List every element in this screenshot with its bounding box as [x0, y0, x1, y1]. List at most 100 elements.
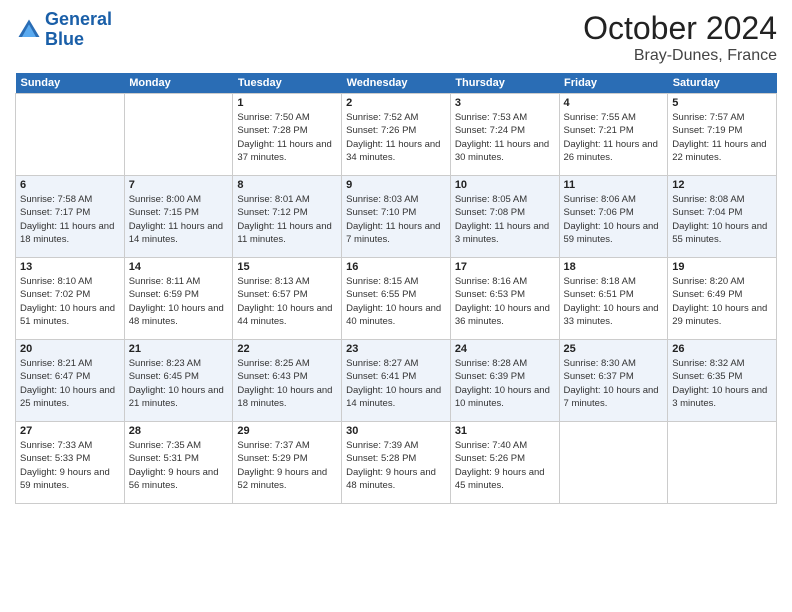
cell-info: Sunrise: 8:32 AMSunset: 6:35 PMDaylight:…	[672, 358, 767, 409]
calendar-cell: 19 Sunrise: 8:20 AMSunset: 6:49 PMDaylig…	[668, 258, 777, 340]
calendar-cell: 9 Sunrise: 8:03 AMSunset: 7:10 PMDayligh…	[342, 176, 451, 258]
calendar-cell: 6 Sunrise: 7:58 AMSunset: 7:17 PMDayligh…	[16, 176, 125, 258]
week-row-5: 27 Sunrise: 7:33 AMSunset: 5:33 PMDaylig…	[16, 422, 777, 504]
header-saturday: Saturday	[668, 73, 777, 94]
date-number: 1	[237, 97, 337, 109]
calendar-cell: 25 Sunrise: 8:30 AMSunset: 6:37 PMDaylig…	[559, 340, 668, 422]
cell-info: Sunrise: 7:55 AMSunset: 7:21 PMDaylight:…	[564, 112, 658, 163]
week-row-4: 20 Sunrise: 8:21 AMSunset: 6:47 PMDaylig…	[16, 340, 777, 422]
page: General Blue October 2024 Bray-Dunes, Fr…	[0, 0, 792, 612]
header-friday: Friday	[559, 73, 668, 94]
header-monday: Monday	[124, 73, 233, 94]
logo-text: General Blue	[45, 10, 112, 50]
week-row-2: 6 Sunrise: 7:58 AMSunset: 7:17 PMDayligh…	[16, 176, 777, 258]
calendar-cell: 5 Sunrise: 7:57 AMSunset: 7:19 PMDayligh…	[668, 94, 777, 176]
calendar-cell: 15 Sunrise: 8:13 AMSunset: 6:57 PMDaylig…	[233, 258, 342, 340]
date-number: 21	[129, 343, 229, 355]
header-tuesday: Tuesday	[233, 73, 342, 94]
calendar-cell: 17 Sunrise: 8:16 AMSunset: 6:53 PMDaylig…	[450, 258, 559, 340]
calendar-cell: 11 Sunrise: 8:06 AMSunset: 7:06 PMDaylig…	[559, 176, 668, 258]
date-number: 28	[129, 425, 229, 437]
header-row: Sunday Monday Tuesday Wednesday Thursday…	[16, 73, 777, 94]
calendar-cell: 18 Sunrise: 8:18 AMSunset: 6:51 PMDaylig…	[559, 258, 668, 340]
logo-icon	[15, 16, 43, 44]
cell-info: Sunrise: 7:58 AMSunset: 7:17 PMDaylight:…	[20, 194, 114, 245]
date-number: 11	[564, 179, 664, 191]
cell-info: Sunrise: 8:20 AMSunset: 6:49 PMDaylight:…	[672, 276, 767, 327]
calendar-body: 1 Sunrise: 7:50 AMSunset: 7:28 PMDayligh…	[16, 94, 777, 504]
cell-info: Sunrise: 8:08 AMSunset: 7:04 PMDaylight:…	[672, 194, 767, 245]
calendar-cell: 8 Sunrise: 8:01 AMSunset: 7:12 PMDayligh…	[233, 176, 342, 258]
date-number: 30	[346, 425, 446, 437]
cell-info: Sunrise: 8:01 AMSunset: 7:12 PMDaylight:…	[237, 194, 331, 245]
date-number: 14	[129, 261, 229, 273]
date-number: 12	[672, 179, 772, 191]
cell-info: Sunrise: 8:21 AMSunset: 6:47 PMDaylight:…	[20, 358, 115, 409]
date-number: 26	[672, 343, 772, 355]
calendar-cell: 2 Sunrise: 7:52 AMSunset: 7:26 PMDayligh…	[342, 94, 451, 176]
calendar-cell: 21 Sunrise: 8:23 AMSunset: 6:45 PMDaylig…	[124, 340, 233, 422]
calendar-cell: 10 Sunrise: 8:05 AMSunset: 7:08 PMDaylig…	[450, 176, 559, 258]
cell-info: Sunrise: 8:05 AMSunset: 7:08 PMDaylight:…	[455, 194, 549, 245]
date-number: 22	[237, 343, 337, 355]
cell-info: Sunrise: 7:53 AMSunset: 7:24 PMDaylight:…	[455, 112, 549, 163]
date-number: 7	[129, 179, 229, 191]
calendar-cell: 7 Sunrise: 8:00 AMSunset: 7:15 PMDayligh…	[124, 176, 233, 258]
week-row-1: 1 Sunrise: 7:50 AMSunset: 7:28 PMDayligh…	[16, 94, 777, 176]
date-number: 24	[455, 343, 555, 355]
date-number: 10	[455, 179, 555, 191]
cell-info: Sunrise: 7:40 AMSunset: 5:26 PMDaylight:…	[455, 440, 545, 491]
date-number: 5	[672, 97, 772, 109]
calendar-cell: 23 Sunrise: 8:27 AMSunset: 6:41 PMDaylig…	[342, 340, 451, 422]
calendar-cell	[124, 94, 233, 176]
cell-info: Sunrise: 8:00 AMSunset: 7:15 PMDaylight:…	[129, 194, 223, 245]
cell-info: Sunrise: 8:03 AMSunset: 7:10 PMDaylight:…	[346, 194, 440, 245]
cell-info: Sunrise: 8:25 AMSunset: 6:43 PMDaylight:…	[237, 358, 332, 409]
date-number: 20	[20, 343, 120, 355]
calendar-cell: 13 Sunrise: 8:10 AMSunset: 7:02 PMDaylig…	[16, 258, 125, 340]
header-thursday: Thursday	[450, 73, 559, 94]
cell-info: Sunrise: 7:50 AMSunset: 7:28 PMDaylight:…	[237, 112, 331, 163]
calendar-cell: 27 Sunrise: 7:33 AMSunset: 5:33 PMDaylig…	[16, 422, 125, 504]
date-number: 9	[346, 179, 446, 191]
calendar-cell: 1 Sunrise: 7:50 AMSunset: 7:28 PMDayligh…	[233, 94, 342, 176]
calendar-cell: 20 Sunrise: 8:21 AMSunset: 6:47 PMDaylig…	[16, 340, 125, 422]
cell-info: Sunrise: 7:37 AMSunset: 5:29 PMDaylight:…	[237, 440, 327, 491]
date-number: 17	[455, 261, 555, 273]
date-number: 8	[237, 179, 337, 191]
cell-info: Sunrise: 8:13 AMSunset: 6:57 PMDaylight:…	[237, 276, 332, 327]
date-number: 16	[346, 261, 446, 273]
title-area: October 2024 Bray-Dunes, France	[583, 10, 777, 65]
date-number: 2	[346, 97, 446, 109]
cell-info: Sunrise: 7:39 AMSunset: 5:28 PMDaylight:…	[346, 440, 436, 491]
cell-info: Sunrise: 7:57 AMSunset: 7:19 PMDaylight:…	[672, 112, 766, 163]
date-number: 6	[20, 179, 120, 191]
location: Bray-Dunes, France	[583, 47, 777, 65]
date-number: 3	[455, 97, 555, 109]
date-number: 19	[672, 261, 772, 273]
calendar-cell: 22 Sunrise: 8:25 AMSunset: 6:43 PMDaylig…	[233, 340, 342, 422]
calendar-cell: 12 Sunrise: 8:08 AMSunset: 7:04 PMDaylig…	[668, 176, 777, 258]
cell-info: Sunrise: 8:28 AMSunset: 6:39 PMDaylight:…	[455, 358, 550, 409]
cell-info: Sunrise: 8:30 AMSunset: 6:37 PMDaylight:…	[564, 358, 659, 409]
date-number: 29	[237, 425, 337, 437]
header-wednesday: Wednesday	[342, 73, 451, 94]
calendar-table: Sunday Monday Tuesday Wednesday Thursday…	[15, 73, 777, 504]
calendar-cell: 14 Sunrise: 8:11 AMSunset: 6:59 PMDaylig…	[124, 258, 233, 340]
cell-info: Sunrise: 7:52 AMSunset: 7:26 PMDaylight:…	[346, 112, 440, 163]
calendar-cell: 30 Sunrise: 7:39 AMSunset: 5:28 PMDaylig…	[342, 422, 451, 504]
date-number: 23	[346, 343, 446, 355]
week-row-3: 13 Sunrise: 8:10 AMSunset: 7:02 PMDaylig…	[16, 258, 777, 340]
calendar-cell: 3 Sunrise: 7:53 AMSunset: 7:24 PMDayligh…	[450, 94, 559, 176]
cell-info: Sunrise: 8:18 AMSunset: 6:51 PMDaylight:…	[564, 276, 659, 327]
month-title: October 2024	[583, 10, 777, 47]
calendar-cell: 29 Sunrise: 7:37 AMSunset: 5:29 PMDaylig…	[233, 422, 342, 504]
cell-info: Sunrise: 8:16 AMSunset: 6:53 PMDaylight:…	[455, 276, 550, 327]
header: General Blue October 2024 Bray-Dunes, Fr…	[15, 10, 777, 65]
cell-info: Sunrise: 8:10 AMSunset: 7:02 PMDaylight:…	[20, 276, 115, 327]
date-number: 25	[564, 343, 664, 355]
cell-info: Sunrise: 8:27 AMSunset: 6:41 PMDaylight:…	[346, 358, 441, 409]
date-number: 18	[564, 261, 664, 273]
cell-info: Sunrise: 7:35 AMSunset: 5:31 PMDaylight:…	[129, 440, 219, 491]
date-number: 31	[455, 425, 555, 437]
